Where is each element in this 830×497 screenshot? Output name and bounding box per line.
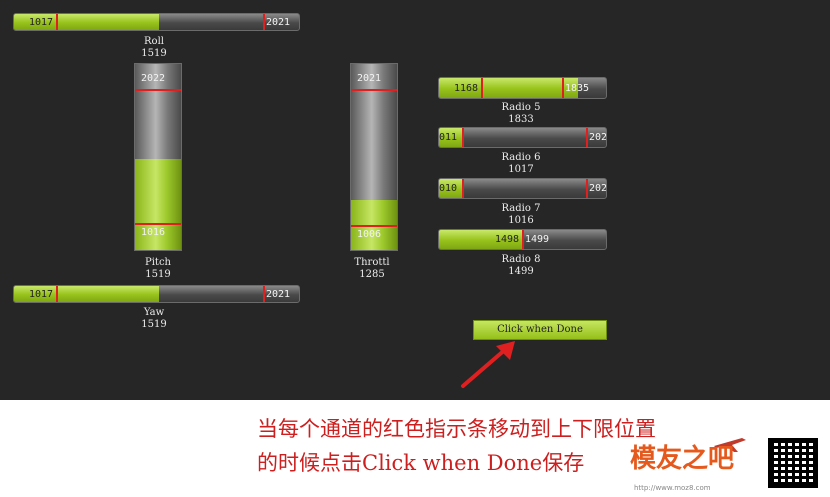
radio6-caption: Radio 6 1017 <box>490 152 552 176</box>
radio7-min: 010 <box>439 183 458 194</box>
roll-value: 1519 <box>141 48 167 59</box>
throttle-min-marker <box>351 225 397 227</box>
throttle-caption: Throttl 1285 <box>342 257 402 281</box>
roll-name: Roll <box>144 36 164 47</box>
pitch-caption: Pitch 1519 <box>128 257 188 281</box>
note-line-1: 当每个通道的红色指示条移动到上下限位置 <box>257 417 656 441</box>
radio8-max: 1499 <box>525 234 550 245</box>
site-logo: 模友之吧 <box>630 444 735 474</box>
yaw-bar: 1017 2021 <box>13 285 300 303</box>
radio8-min: 1498 <box>495 234 520 245</box>
site-url: http://www.moz8.com <box>634 484 711 492</box>
radio8-marker <box>522 230 524 249</box>
radio5-name: Radio 5 <box>501 102 541 113</box>
yaw-min-marker <box>56 286 58 302</box>
radio5-min-marker <box>481 78 483 98</box>
roll-caption: Roll 1519 <box>124 36 184 60</box>
roll-max-marker <box>263 14 265 30</box>
pitch-max: 2022 <box>141 73 166 84</box>
yaw-max: 2021 <box>266 289 291 300</box>
radio5-caption: Radio 5 1833 <box>490 102 552 126</box>
yaw-caption: Yaw 1519 <box>124 307 184 331</box>
radio6-value: 1017 <box>508 164 534 175</box>
yaw-value: 1519 <box>141 319 167 330</box>
throttle-min: 1006 <box>357 229 382 240</box>
radio6-max-marker <box>586 128 588 147</box>
yaw-name: Yaw <box>143 307 165 318</box>
throttle-max-marker <box>351 89 397 91</box>
pitch-bar: 2022 1016 <box>134 63 182 251</box>
pitch-value: 1519 <box>145 269 171 280</box>
radio7-bar: 010 202 <box>438 178 607 199</box>
radio5-max: 1835 <box>565 83 590 94</box>
radio7-max: 202 <box>589 183 607 194</box>
radio6-max: 202 <box>589 132 607 143</box>
radio6-min-marker <box>462 128 464 147</box>
roll-min-marker <box>56 14 58 30</box>
radio6-name: Radio 6 <box>501 152 541 163</box>
roll-min: 1017 <box>29 17 54 28</box>
note-line-2: 的时候点击Click when Done保存 <box>257 451 585 475</box>
pitch-min: 1016 <box>141 227 166 238</box>
radio5-min: 1168 <box>454 83 479 94</box>
radio7-max-marker <box>586 179 588 198</box>
radio5-max-marker <box>562 78 564 98</box>
roll-bar: 1017 2021 <box>13 13 300 31</box>
radio7-caption: Radio 7 1016 <box>490 203 552 227</box>
radio6-bar: 011 202 <box>438 127 607 148</box>
roll-max: 2021 <box>266 17 291 28</box>
red-arrow-icon <box>461 341 515 388</box>
throttle-value: 1285 <box>359 269 385 280</box>
radio5-bar: 1168 1835 <box>438 77 607 99</box>
radio7-value: 1016 <box>508 215 534 226</box>
pitch-max-marker <box>135 89 181 91</box>
throttle-bar: 2021 1006 <box>350 63 398 251</box>
radio7-min-marker <box>462 179 464 198</box>
throttle-max: 2021 <box>357 73 382 84</box>
qr-code-icon <box>768 438 818 488</box>
radio8-value: 1499 <box>508 266 534 277</box>
radio8-name: Radio 8 <box>501 254 541 265</box>
pitch-min-marker <box>135 223 181 225</box>
radio7-name: Radio 7 <box>501 203 541 214</box>
radio6-min: 011 <box>439 132 458 143</box>
radio8-caption: Radio 8 1499 <box>490 254 552 278</box>
throttle-name: Throttl <box>354 257 390 268</box>
radio8-bar: 1498 1499 <box>438 229 607 250</box>
yaw-max-marker <box>263 286 265 302</box>
calibration-panel: 1017 2021 Roll 1519 2022 1016 Pitch 1519… <box>0 0 830 400</box>
radio5-value: 1833 <box>508 114 534 125</box>
click-when-done-button[interactable]: Click when Done <box>473 320 607 340</box>
pitch-name: Pitch <box>145 257 171 268</box>
yaw-min: 1017 <box>29 289 54 300</box>
